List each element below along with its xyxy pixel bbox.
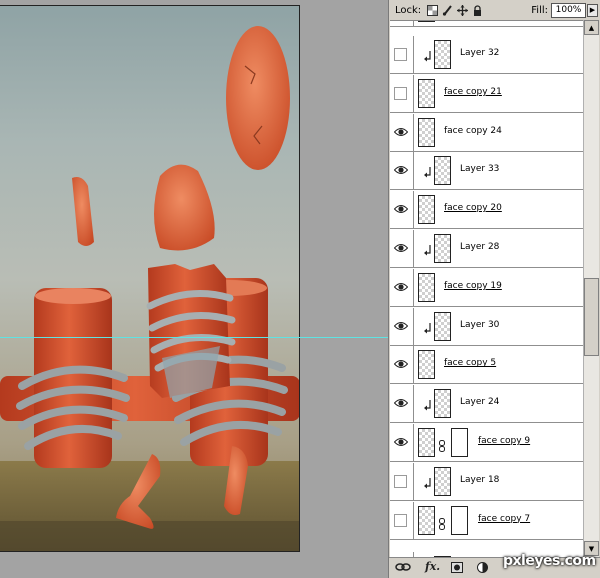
clipping-arrow-icon (424, 320, 432, 334)
scroll-up-icon[interactable]: ▲ (584, 20, 599, 35)
clipping-arrow-icon (424, 242, 432, 256)
layer-thumbnail (418, 78, 435, 108)
lock-all-icon[interactable] (472, 4, 483, 16)
scroll-thumb[interactable] (584, 278, 599, 356)
adjustment-layer-icon[interactable] (477, 562, 488, 576)
eye-icon (394, 282, 408, 291)
mask-link-icon[interactable] (438, 515, 446, 530)
eye-icon (394, 321, 408, 330)
layer-thumbnail (434, 40, 451, 69)
layer-thumbnail (418, 117, 435, 147)
layer-name: Layer 30 (460, 319, 500, 330)
layer-thumbnail (418, 195, 435, 225)
eye-icon (394, 438, 408, 446)
clipping-arrow-icon (424, 475, 432, 489)
visibility-toggle[interactable] (390, 74, 414, 112)
layer-name: face copy 20 (444, 203, 502, 214)
layer-thumbnail (418, 505, 435, 535)
link-layers-icon[interactable] (395, 562, 411, 575)
layer-thumbnail (434, 156, 451, 186)
visibility-toggle[interactable] (390, 113, 414, 151)
layer-name: face copy 5 (444, 358, 497, 369)
visibility-toggle[interactable] (390, 307, 414, 345)
layer-thumbnail (434, 311, 451, 341)
watermark-logo: pxleyes.com (503, 553, 596, 569)
visibility-toggle[interactable] (390, 230, 414, 267)
layer-name: Layer 28 (460, 242, 500, 252)
layer-row[interactable]: face copy 9 (390, 424, 583, 462)
layer-row[interactable]: face copy 19 (390, 268, 583, 307)
eye-icon (394, 244, 408, 252)
visibility-toggle[interactable] (390, 385, 414, 423)
layer-name: Layer 32 (460, 48, 500, 58)
eye-icon (394, 399, 408, 408)
visibility-toggle[interactable] (390, 268, 414, 306)
fill-label: Fill: (531, 4, 548, 16)
eye-icon (394, 360, 408, 369)
layer-name: Layer 33 (460, 164, 500, 175)
layer-thumbnail (418, 272, 435, 302)
layer-mask-thumbnail[interactable] (451, 505, 468, 535)
layer-row[interactable]: face copy 5 (390, 346, 583, 385)
layer-thumbnail (418, 21, 435, 22)
layer-row[interactable]: Layer 24 (390, 385, 583, 424)
visibility-toggle[interactable] (390, 36, 414, 73)
layer-mask-thumbnail[interactable] (451, 428, 468, 457)
lock-paint-icon[interactable] (442, 4, 453, 16)
document-canvas[interactable] (0, 5, 300, 552)
layer-row[interactable]: Layer 30 (390, 307, 583, 346)
layer-thumbnail (418, 350, 435, 380)
visibility-toggle[interactable] (390, 346, 414, 384)
eye-icon (394, 166, 408, 175)
visibility-toggle[interactable] (390, 424, 414, 461)
layer-row[interactable]: face copy 21 (390, 74, 583, 113)
layers-list[interactable]: Layer 32 face copy 21 face copy 24 Layer 33… (390, 20, 583, 557)
layer-name: face copy 19 (444, 280, 502, 291)
layer-name: Layer 18 (460, 474, 500, 485)
layers-panel: Lock: Fill: 100% ▶ Layer 32 face copy 21 f… (388, 0, 600, 578)
clipping-arrow-icon (424, 397, 432, 411)
mask-link-icon[interactable] (438, 437, 446, 452)
layer-row[interactable]: Layer 18 (390, 462, 583, 501)
clipping-arrow-icon (424, 48, 432, 62)
layer-thumbnail (434, 234, 451, 263)
fill-input[interactable]: 100% (551, 2, 586, 18)
visibility-toggle[interactable] (390, 21, 414, 26)
fx-icon[interactable]: fx. (425, 560, 440, 573)
layer-row-partial[interactable] (390, 21, 583, 27)
layer-thumbnail (434, 466, 451, 496)
lock-icons (427, 4, 483, 16)
layer-name: face copy 24 (444, 125, 502, 136)
layer-name: face copy 21 (444, 86, 502, 97)
visibility-toggle[interactable] (390, 462, 414, 500)
layers-scrollbar[interactable]: ▲ ▼ (583, 20, 599, 557)
layer-row[interactable]: Layer 33 (390, 152, 583, 191)
lock-move-icon[interactable] (457, 4, 469, 16)
layer-row[interactable]: face copy 24 (390, 113, 583, 152)
layer-row[interactable]: Layer 28 (390, 230, 583, 268)
lock-bar: Lock: Fill: 100% ▶ (389, 0, 600, 20)
eye-icon (394, 205, 408, 214)
visibility-toggle[interactable] (390, 501, 414, 539)
guide-line[interactable] (0, 337, 388, 338)
eye-icon (394, 127, 408, 136)
artwork (0, 6, 299, 551)
layer-row[interactable]: face copy 20 (390, 191, 583, 230)
layer-row[interactable]: Layer 32 (390, 36, 583, 74)
layer-thumbnail (434, 389, 451, 419)
layer-thumbnail (418, 428, 435, 457)
lock-label: Lock: (395, 4, 422, 16)
clipping-arrow-icon (424, 164, 432, 178)
canvas-area[interactable] (0, 0, 388, 578)
visibility-toggle[interactable] (390, 191, 414, 229)
layer-name: Layer 24 (460, 397, 500, 408)
layer-row[interactable]: face copy 7 (390, 501, 583, 540)
fill-arrow-icon[interactable]: ▶ (587, 3, 598, 17)
lock-transparent-icon[interactable] (427, 4, 439, 16)
layer-name: face copy 9 (478, 436, 531, 446)
layer-name: face copy 7 (478, 513, 531, 524)
add-mask-icon[interactable] (451, 562, 463, 576)
visibility-toggle[interactable] (390, 152, 414, 190)
